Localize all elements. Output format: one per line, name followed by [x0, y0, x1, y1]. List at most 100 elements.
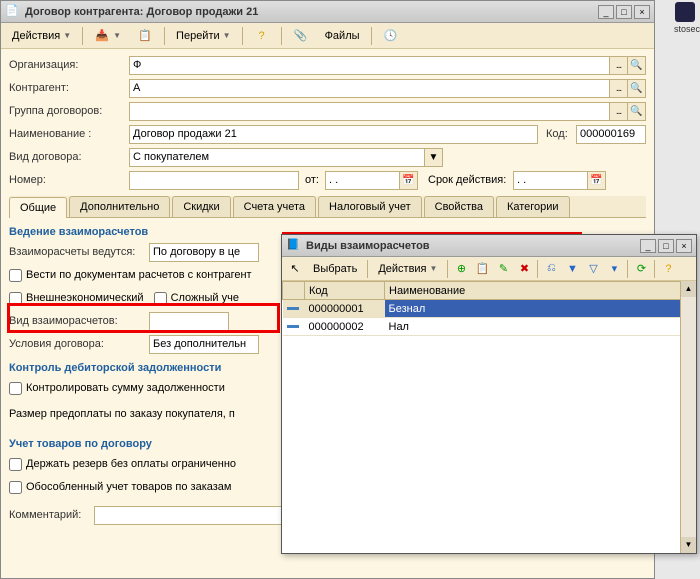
group-search-button[interactable]: 🔍 [628, 102, 646, 121]
cond-label: Условия договора: [9, 338, 149, 350]
org-field[interactable]: Ф [129, 56, 610, 75]
brand-label: stosec [674, 24, 700, 34]
select-button[interactable]: Выбрать [306, 259, 364, 279]
org-lookup-button[interactable]: ... [610, 56, 628, 75]
clock-icon[interactable]: 🕓 [376, 26, 406, 46]
group-label: Группа договоров: [9, 105, 129, 117]
popup-close-button[interactable]: × [676, 239, 692, 253]
valid-calendar-button[interactable]: 📅 [588, 171, 606, 190]
copy-row-icon[interactable]: 📋 [472, 259, 492, 279]
from-calendar-button[interactable]: 📅 [400, 171, 418, 190]
tab-discounts[interactable]: Скидки [172, 196, 230, 217]
calc-field[interactable]: По договору в це [149, 243, 259, 262]
table-row[interactable]: 000000001 Безнал [283, 300, 696, 318]
table-row[interactable]: 000000002 Нал [283, 318, 696, 336]
foreign-check[interactable]: Внешнеэкономический [9, 292, 144, 305]
code-field[interactable]: 000000169 [576, 125, 646, 144]
prepay-label: Размер предоплаты по заказу покупателя, … [9, 408, 235, 420]
complex-check[interactable]: Сложный уче [154, 292, 239, 305]
tab-accounts[interactable]: Счета учета [233, 196, 316, 217]
code-label: Код: [546, 128, 576, 140]
tabbar: Общие Дополнительно Скидки Счета учета Н… [9, 196, 646, 218]
comment-label: Комментарий: [9, 509, 94, 521]
col-code[interactable]: Код [305, 282, 385, 300]
valid-field[interactable]: . . [513, 171, 588, 190]
row-icon [287, 307, 299, 310]
group-lookup-button[interactable]: ... [610, 102, 628, 121]
popup-help-icon[interactable]: ? [658, 259, 678, 279]
add-icon[interactable]: ⊕ [451, 259, 471, 279]
filter1-icon[interactable]: ⎌ [541, 259, 561, 279]
kind-dropdown-button[interactable]: ▼ [425, 148, 443, 167]
tab-general[interactable]: Общие [9, 197, 67, 218]
cell-code: 000000002 [305, 318, 385, 336]
scroll-up-icon[interactable]: ▲ [681, 281, 696, 297]
save-icon[interactable]: 📥▼ [87, 26, 128, 46]
org-search-button[interactable]: 🔍 [628, 56, 646, 75]
filter2-icon[interactable]: ▼ [562, 259, 582, 279]
popup-minimize-button[interactable]: _ [640, 239, 656, 253]
calctype-field[interactable] [149, 312, 229, 331]
doc-icon: 📄 [5, 4, 21, 20]
col-name[interactable]: Наименование [385, 282, 696, 300]
docs-check[interactable]: Вести по документам расчетов с контраген… [9, 269, 252, 282]
contr-lookup-button[interactable]: ... [610, 79, 628, 98]
goto-menu[interactable]: Перейти▼ [169, 26, 238, 46]
popup-grid: Код Наименование 000000001 Безнал 000000… [282, 281, 696, 336]
valid-label: Срок действия: [428, 174, 513, 186]
from-field[interactable]: . . [325, 171, 400, 190]
list-icon: 📘 [286, 238, 302, 254]
cond-field[interactable]: Без дополнительн [149, 335, 259, 354]
brand-logo [675, 2, 695, 22]
reserve-check[interactable]: Держать резерв без оплаты ограниченно [9, 458, 236, 471]
popup-maximize-button[interactable]: □ [658, 239, 674, 253]
filter3-icon[interactable]: ▽ [583, 259, 603, 279]
main-toolbar: Действия▼ 📥▼ 📋 Перейти▼ ? 📎 Файлы 🕓 [1, 23, 654, 49]
popup-title: Виды взаиморасчетов [306, 240, 640, 252]
row-icon [287, 325, 299, 328]
contr-field[interactable]: А [129, 79, 610, 98]
org-label: Организация: [9, 59, 129, 71]
delete-icon[interactable]: ✖ [514, 259, 534, 279]
calc-label: Взаиморасчеты ведутся: [9, 246, 149, 258]
tab-properties[interactable]: Свойства [424, 196, 494, 217]
kind-label: Вид договора: [9, 151, 129, 163]
filter4-icon[interactable]: ▾ [604, 259, 624, 279]
cell-code: 000000001 [305, 300, 385, 318]
calctype-label: Вид взаиморасчетов: [9, 315, 149, 327]
name-label: Наименование : [9, 128, 129, 140]
popup-scrollbar[interactable]: ▲ ▼ [680, 281, 696, 553]
num-field[interactable] [129, 171, 299, 190]
sep-check[interactable]: Обособленный учет товаров по заказам [9, 481, 231, 494]
scroll-down-icon[interactable]: ▼ [681, 537, 696, 553]
cell-name: Безнал [385, 300, 696, 318]
popup-actions-menu[interactable]: Действия▼ [371, 259, 444, 279]
ctrl-check[interactable]: Контролировать сумму задолженности [9, 382, 225, 395]
num-label: Номер: [9, 174, 129, 186]
close-button[interactable]: × [634, 5, 650, 19]
copy-icon[interactable]: 📋 [130, 26, 160, 46]
tab-additional[interactable]: Дополнительно [69, 196, 170, 217]
popup-titlebar[interactable]: 📘 Виды взаиморасчетов _ □ × [282, 235, 696, 257]
select-icon[interactable]: ↖ [285, 259, 305, 279]
col-marker[interactable] [283, 282, 305, 300]
group-field[interactable] [129, 102, 610, 121]
name-field[interactable]: Договор продажи 21 [129, 125, 538, 144]
contr-search-button[interactable]: 🔍 [628, 79, 646, 98]
kind-field[interactable]: С покупателем [129, 148, 425, 167]
refresh-icon[interactable]: ⟳ [631, 259, 651, 279]
main-titlebar[interactable]: 📄 Договор контрагента: Договор продажи 2… [1, 1, 654, 23]
maximize-button[interactable]: □ [616, 5, 632, 19]
popup-toolbar: ↖ Выбрать Действия▼ ⊕ 📋 ✎ ✖ ⎌ ▼ ▽ ▾ ⟳ ? [282, 257, 696, 281]
contr-label: Контрагент: [9, 82, 129, 94]
attach-icon[interactable]: 📎 [286, 26, 316, 46]
actions-menu[interactable]: Действия▼ [5, 26, 78, 46]
tab-tax[interactable]: Налоговый учет [318, 196, 422, 217]
popup-window: 📘 Виды взаиморасчетов _ □ × ↖ Выбрать Де… [281, 234, 697, 554]
help-icon[interactable]: ? [247, 26, 277, 46]
cell-name: Нал [385, 318, 696, 336]
edit-icon[interactable]: ✎ [493, 259, 513, 279]
minimize-button[interactable]: _ [598, 5, 614, 19]
tab-categories[interactable]: Категории [496, 196, 570, 217]
files-menu[interactable]: Файлы [318, 26, 367, 46]
